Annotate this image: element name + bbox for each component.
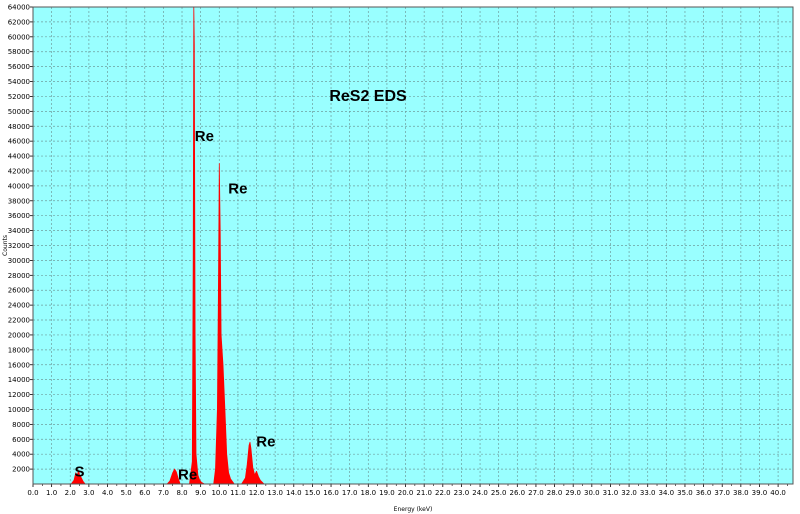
peak-label: Re [228,180,247,197]
x-tick-label: 26.0 [510,489,526,497]
y-tick-label: 10000 [8,406,30,414]
y-tick-label: 4000 [12,451,30,459]
x-tick-label: 35.0 [677,489,693,497]
x-tick-label: 23.0 [454,489,470,497]
y-axis-ticks: 2000 4000 6000 8000 10000 12000 14000 16000 1800… [8,4,33,474]
y-tick-label: 30000 [8,257,30,265]
y-tick-label: 28000 [8,272,30,280]
x-tick-label: 32.0 [621,489,637,497]
x-tick-label: 2.0 [65,489,76,497]
x-tick-label: 4.0 [102,489,113,497]
x-tick-label: 8.0 [176,489,187,497]
y-tick-label: 26000 [8,287,30,295]
x-tick-label: 33.0 [640,489,656,497]
eds-spectrum-chart: 2000 4000 6000 8000 10000 12000 14000 16000 1800… [2,4,794,513]
x-tick-label: 5.0 [121,489,132,497]
y-tick-label: 38000 [8,197,30,205]
y-tick-label: 48000 [8,123,30,131]
chart-title: ReS2 EDS [329,88,407,105]
x-tick-label: 19.0 [379,489,395,497]
x-tick-label: 7.0 [158,489,169,497]
x-tick-label: 15.0 [305,489,321,497]
x-tick-label: 13.0 [267,489,283,497]
x-tick-label: 39.0 [752,489,768,497]
y-tick-label: 22000 [8,317,30,325]
peak-label: Re [256,434,275,451]
y-tick-label: 44000 [8,153,30,161]
y-tick-label: 62000 [8,18,30,26]
x-axis-label: Energy (keV) [394,506,433,513]
peak-label: Re [195,128,214,145]
y-tick-label: 24000 [8,302,30,310]
y-tick-label: 18000 [8,346,30,354]
x-tick-label: 22.0 [435,489,451,497]
y-tick-label: 20000 [8,331,30,339]
y-tick-label: 58000 [8,48,30,56]
y-tick-label: 36000 [8,212,30,220]
y-tick-label: 54000 [8,78,30,86]
y-tick-label: 34000 [8,227,30,235]
x-tick-label: 40.0 [770,489,786,497]
y-tick-label: 6000 [12,436,30,444]
y-tick-label: 32000 [8,242,30,250]
x-tick-label: 12.0 [249,489,265,497]
x-tick-label: 9.0 [195,489,206,497]
x-tick-label: 1.0 [46,489,57,497]
x-tick-label: 11.0 [230,489,246,497]
y-tick-label: 12000 [8,391,30,399]
x-tick-label: 10.0 [211,489,227,497]
y-tick-label: 50000 [8,108,30,116]
x-tick-label: 18.0 [360,489,376,497]
y-tick-label: 8000 [12,421,30,429]
x-tick-label: 38.0 [733,489,749,497]
x-tick-label: 25.0 [491,489,507,497]
y-tick-label: 56000 [8,63,30,71]
peak-label: S [75,464,85,481]
x-axis-ticks: 0.0 1.0 2.0 3.0 4.0 5.0 6.0 7.0 8.0 9.0 10.0 11.0 12… [27,484,788,497]
y-tick-label: 60000 [8,33,30,41]
peak-label: Re [178,467,197,484]
x-tick-label: 31.0 [603,489,619,497]
y-tick-label: 42000 [8,167,30,175]
x-tick-label: 21.0 [416,489,432,497]
x-tick-label: 0.0 [27,489,38,497]
y-tick-label: 64000 [8,4,30,12]
x-tick-label: 24.0 [472,489,488,497]
x-tick-label: 36.0 [696,489,712,497]
x-tick-label: 17.0 [342,489,358,497]
x-tick-label: 16.0 [323,489,339,497]
x-tick-label: 29.0 [565,489,581,497]
y-tick-label: 2000 [12,466,30,474]
x-tick-label: 37.0 [714,489,730,497]
x-tick-label: 6.0 [139,489,150,497]
x-tick-label: 3.0 [83,489,94,497]
x-tick-label: 34.0 [659,489,675,497]
y-tick-label: 14000 [8,376,30,384]
x-tick-label: 27.0 [528,489,544,497]
y-tick-label: 16000 [8,361,30,369]
x-tick-label: 28.0 [547,489,563,497]
y-axis-label: Counts [2,235,9,256]
y-tick-label: 52000 [8,93,30,101]
x-tick-label: 30.0 [584,489,600,497]
y-tick-label: 40000 [8,182,30,190]
x-tick-label: 20.0 [398,489,414,497]
x-tick-label: 14.0 [286,489,302,497]
y-tick-label: 46000 [8,138,30,146]
